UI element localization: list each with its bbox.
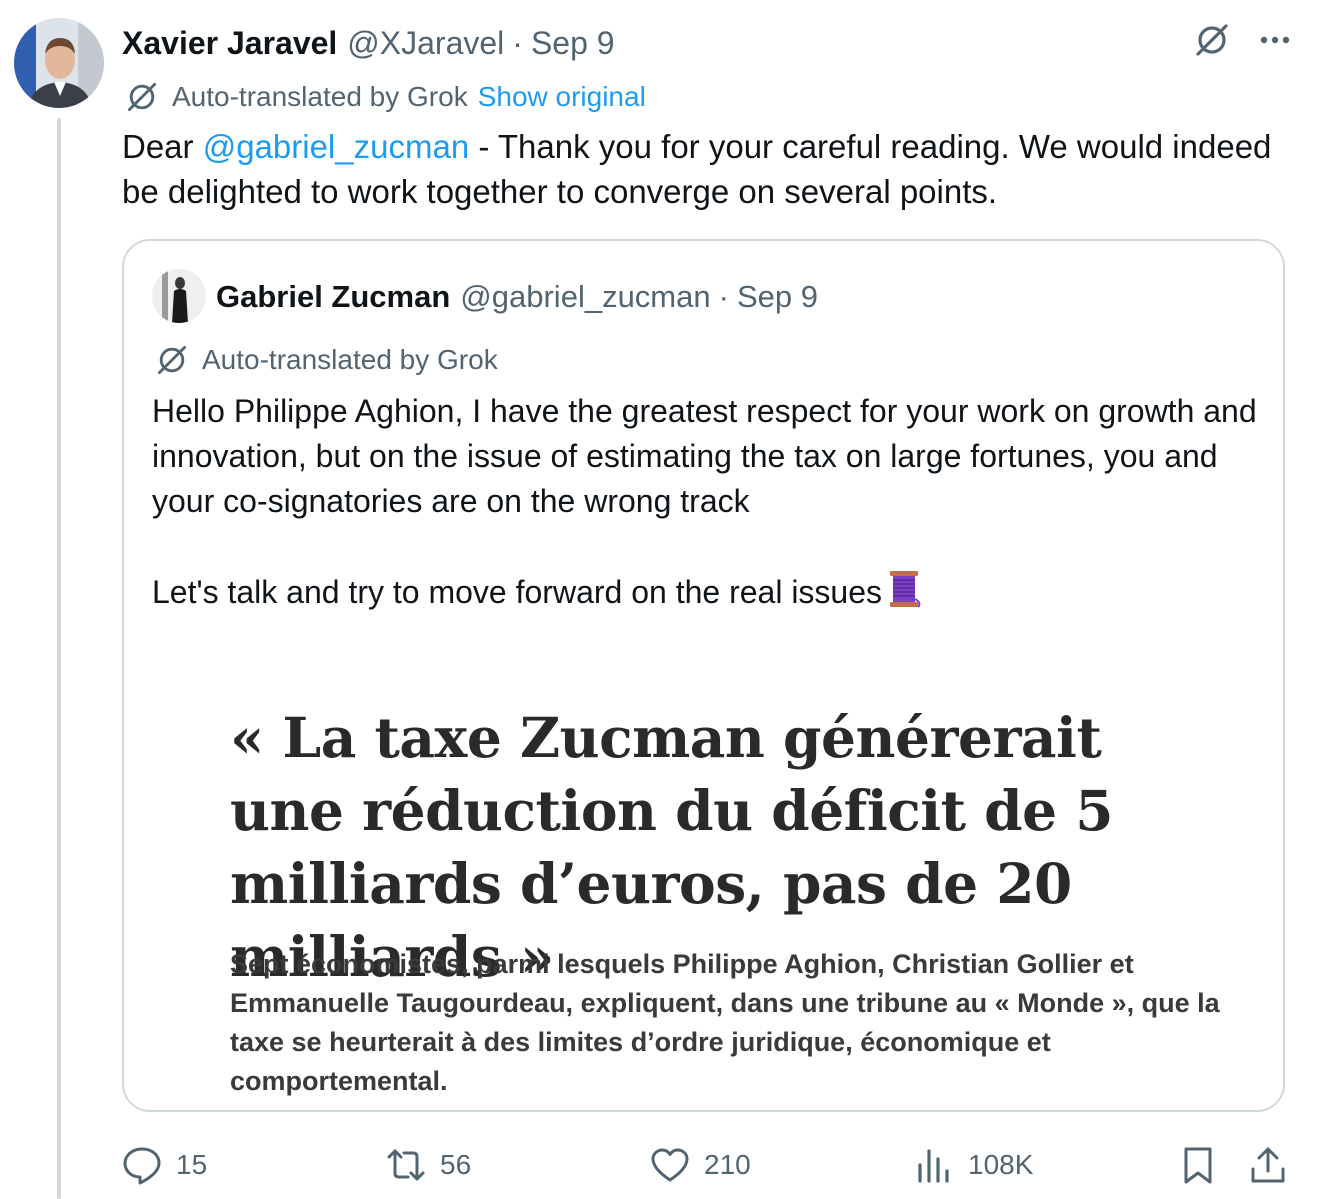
quote-date[interactable]: Sep 9 bbox=[737, 279, 818, 315]
grok-icon bbox=[154, 342, 190, 378]
separator-dot: · bbox=[512, 24, 523, 61]
bookmark-icon bbox=[1176, 1143, 1220, 1187]
quote-header: Gabriel Zucman @gabriel_zucman · Sep 9 bbox=[216, 277, 818, 317]
share-button[interactable] bbox=[1246, 1140, 1290, 1190]
tweet-date[interactable]: Sep 9 bbox=[531, 25, 615, 62]
bookmark-button[interactable] bbox=[1176, 1140, 1220, 1190]
quoted-tweet[interactable]: Gabriel Zucman @gabriel_zucman · Sep 9 A… bbox=[122, 239, 1285, 1112]
tweet-text: Dear @gabriel_zucman - Thank you for you… bbox=[122, 124, 1272, 214]
article-standfirst: Sept économistes, parmi lesquels Philipp… bbox=[230, 949, 1220, 1096]
more-icon[interactable] bbox=[1258, 23, 1292, 57]
quote-translation-label: Auto-translated by Grok bbox=[202, 344, 498, 375]
tweet-prefix: Dear bbox=[122, 128, 203, 165]
reply-icon bbox=[120, 1143, 164, 1187]
quote-translation-row: Auto-translated by Grok bbox=[154, 341, 498, 379]
quote-author-handle[interactable]: @gabriel_zucman bbox=[460, 279, 710, 315]
article-image[interactable]: « La taxe Zucman générerait une réductio… bbox=[124, 671, 1283, 1110]
translation-label: Auto-translated by Grok bbox=[172, 81, 468, 112]
reply-count: 15 bbox=[176, 1149, 208, 1180]
like-button[interactable]: 210 bbox=[648, 1140, 751, 1190]
quote-avatar[interactable] bbox=[152, 269, 206, 323]
repost-count: 56 bbox=[440, 1149, 472, 1180]
repost-icon bbox=[384, 1143, 428, 1187]
quote-paragraph: Hello Philippe Aghion, I have the greate… bbox=[152, 393, 1257, 519]
reply-button[interactable]: 15 bbox=[120, 1140, 207, 1190]
translation-row: Auto-translated by Grok Show original bbox=[124, 78, 646, 116]
share-icon bbox=[1246, 1143, 1290, 1187]
views-count: 108K bbox=[968, 1149, 1034, 1180]
separator-dot: · bbox=[718, 279, 729, 314]
quote-author-name[interactable]: Gabriel Zucman bbox=[216, 279, 450, 315]
author-name[interactable]: Xavier Jaravel bbox=[122, 25, 337, 62]
author-handle[interactable]: @XJaravel bbox=[347, 25, 504, 62]
action-bar: 15 56 210 108K bbox=[120, 1140, 1290, 1190]
quote-paragraph-text: Let's talk and try to move forward on th… bbox=[152, 574, 883, 610]
grok-icon[interactable] bbox=[1192, 20, 1232, 60]
spool-of-thread-icon bbox=[884, 569, 924, 609]
quote-avatar-image bbox=[152, 269, 206, 323]
thread-line bbox=[57, 118, 61, 1199]
like-count: 210 bbox=[704, 1149, 751, 1180]
tweet-header: Xavier Jaravel @XJaravel · Sep 9 bbox=[122, 22, 615, 64]
quote-paragraph-2: Let's talk and try to move forward on th… bbox=[152, 569, 1272, 615]
quote-text: Hello Philippe Aghion, I have the greate… bbox=[152, 389, 1272, 615]
repost-button[interactable]: 56 bbox=[384, 1140, 471, 1190]
views-icon bbox=[912, 1143, 956, 1187]
grok-icon bbox=[124, 79, 160, 115]
author-avatar-image bbox=[14, 18, 104, 108]
mention-link[interactable]: @gabriel_zucman bbox=[203, 128, 469, 165]
heart-icon bbox=[648, 1143, 692, 1187]
views-button[interactable]: 108K bbox=[912, 1140, 1033, 1190]
show-original-link[interactable]: Show original bbox=[478, 81, 646, 113]
author-avatar[interactable] bbox=[14, 18, 104, 108]
